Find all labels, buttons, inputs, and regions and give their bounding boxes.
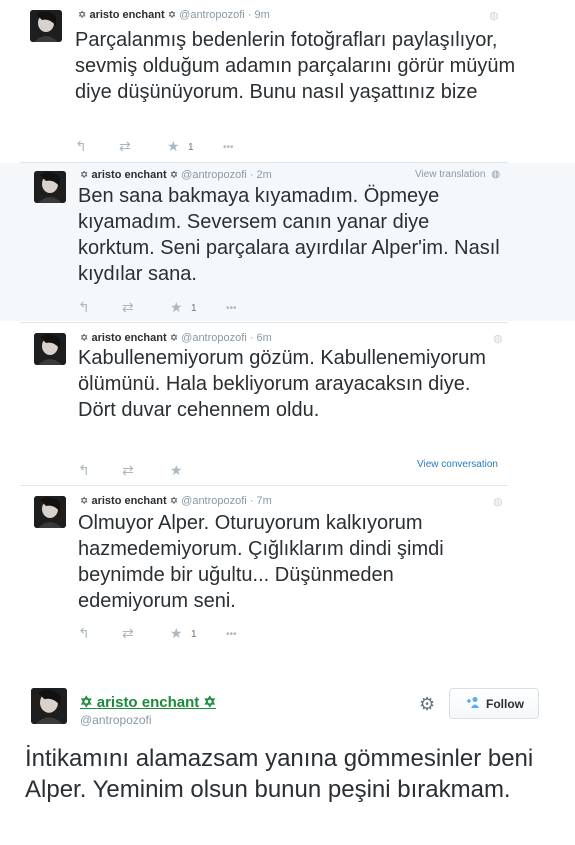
reply-icon[interactable]: ↰ (78, 626, 90, 640)
star-of-david-icon: ✡ (80, 170, 89, 181)
reply-icon[interactable]: ↰ (78, 300, 90, 314)
separator-dot: · (249, 495, 254, 507)
star-of-david-icon: ✡ (203, 694, 217, 711)
tweet: ✡ aristo enchant ✡ @antropozofi · 7m ◍ O… (0, 486, 575, 656)
handle[interactable]: @antropozofi (181, 495, 247, 507)
star-of-david-icon: ✡ (169, 496, 179, 507)
tweet-actions: ↰ ⇄ ★ 1 ••• (78, 300, 278, 314)
follow-button[interactable]: Follow (449, 688, 539, 719)
separator-dot: · (249, 169, 254, 181)
tweet: ✡ aristo enchant ✡ @antropozofi · 6m ◍ K… (0, 323, 575, 485)
tweet: ✡ aristo enchant ✡ @antropozofi · 2m Vie… (0, 163, 575, 321)
star-of-david-icon: ✡ (167, 10, 177, 21)
avatar[interactable] (31, 688, 67, 724)
retweet-icon[interactable]: ⇄ (122, 626, 134, 640)
display-name[interactable]: aristo enchant (91, 169, 166, 181)
retweet-icon[interactable]: ⇄ (122, 463, 134, 477)
tweet-header: ✡ aristo enchant ✡ @antropozofi · 7m (80, 495, 272, 507)
tweet-actions: ↰ ⇄ ★ 1 ••• (75, 139, 275, 153)
star-of-david-icon: ✡ (80, 333, 89, 344)
display-name[interactable]: aristo enchant (89, 9, 164, 21)
follow-label: Follow (486, 696, 524, 711)
avatar[interactable] (34, 333, 66, 365)
tweet-header: ✡ aristo enchant ✡ @antropozofi · 2m (80, 169, 272, 181)
favorite-count: 1 (191, 303, 197, 314)
reply-icon[interactable]: ↰ (75, 139, 87, 153)
view-translation-label: View translation (415, 169, 486, 180)
favorite-icon[interactable]: ★ (167, 139, 180, 153)
separator-dot: · (249, 332, 254, 344)
separator-dot: · (247, 9, 252, 21)
view-translation-link[interactable]: View translation ◍ (415, 169, 500, 180)
avatar[interactable] (30, 10, 62, 42)
more-icon[interactable]: ••• (226, 302, 237, 316)
card-tweet-text: İntikamını alamazsam yanına gömmesinler … (25, 745, 534, 803)
avatar[interactable] (34, 171, 66, 203)
favorite-icon[interactable]: ★ (170, 300, 183, 314)
tweet-actions: ↰ ⇄ ★ (78, 463, 278, 477)
star-of-david-icon: ✡ (169, 170, 179, 181)
tweet: ✡ aristo enchant ✡ @antropozofi · 9m ◍ P… (0, 0, 575, 162)
handle[interactable]: @antropozofi (179, 9, 245, 21)
display-name[interactable]: aristo enchant (91, 495, 166, 507)
favorite-count: 1 (188, 142, 194, 153)
star-of-david-icon: ✡ (78, 10, 87, 21)
tweet-text: Parçalanmış bedenlerin fotoğrafları payl… (75, 29, 516, 103)
handle[interactable]: @antropozofi (181, 169, 247, 181)
card-handle[interactable]: @antropozofi (80, 713, 152, 727)
avatar[interactable] (34, 496, 66, 528)
timestamp[interactable]: 2m (257, 169, 272, 181)
star-of-david-icon: ✡ (80, 694, 93, 711)
handle[interactable]: @antropozofi (181, 332, 247, 344)
timestamp[interactable]: 9m (255, 9, 270, 21)
card-display-name-label: aristo enchant (96, 694, 200, 711)
gear-icon[interactable]: ⚙ (419, 695, 437, 713)
retweet-icon[interactable]: ⇄ (122, 300, 134, 314)
tweet-text: Olmuyor Alper. Oturuyorum kalkıyorum haz… (78, 512, 444, 612)
favorite-icon[interactable]: ★ (170, 626, 183, 640)
reply-icon[interactable]: ↰ (78, 463, 90, 477)
tweet-header: ✡ aristo enchant ✡ @antropozofi · 9m (78, 9, 270, 21)
timestamp[interactable]: 7m (257, 495, 272, 507)
timestamp[interactable]: 6m (257, 332, 272, 344)
tweet-text: Kabullenemiyorum gözüm. Kabullenemiyorum… (78, 347, 486, 421)
display-name[interactable]: aristo enchant (91, 332, 166, 344)
globe-icon[interactable]: ◍ (493, 332, 503, 345)
card-display-name[interactable]: ✡ aristo enchant ✡ (80, 693, 216, 711)
retweet-icon[interactable]: ⇄ (119, 139, 131, 153)
tweet-header: ✡ aristo enchant ✡ @antropozofi · 6m (80, 332, 272, 344)
more-icon[interactable]: ••• (223, 141, 234, 155)
star-of-david-icon: ✡ (80, 496, 89, 507)
tweet-actions: ↰ ⇄ ★ 1 ••• (78, 626, 278, 640)
globe-icon[interactable]: ◍ (493, 495, 503, 508)
globe-icon: ◍ (491, 169, 500, 180)
favorite-icon[interactable]: ★ (170, 463, 183, 477)
add-user-icon (464, 696, 480, 711)
favorite-count: 1 (191, 629, 197, 640)
star-of-david-icon: ✡ (169, 333, 179, 344)
more-icon[interactable]: ••• (226, 628, 237, 642)
globe-icon[interactable]: ◍ (489, 9, 499, 22)
tweet-text: Ben sana bakmaya kıyamadım. Öpmeye kıyam… (78, 185, 500, 285)
view-conversation-link[interactable]: View conversation (417, 459, 498, 470)
